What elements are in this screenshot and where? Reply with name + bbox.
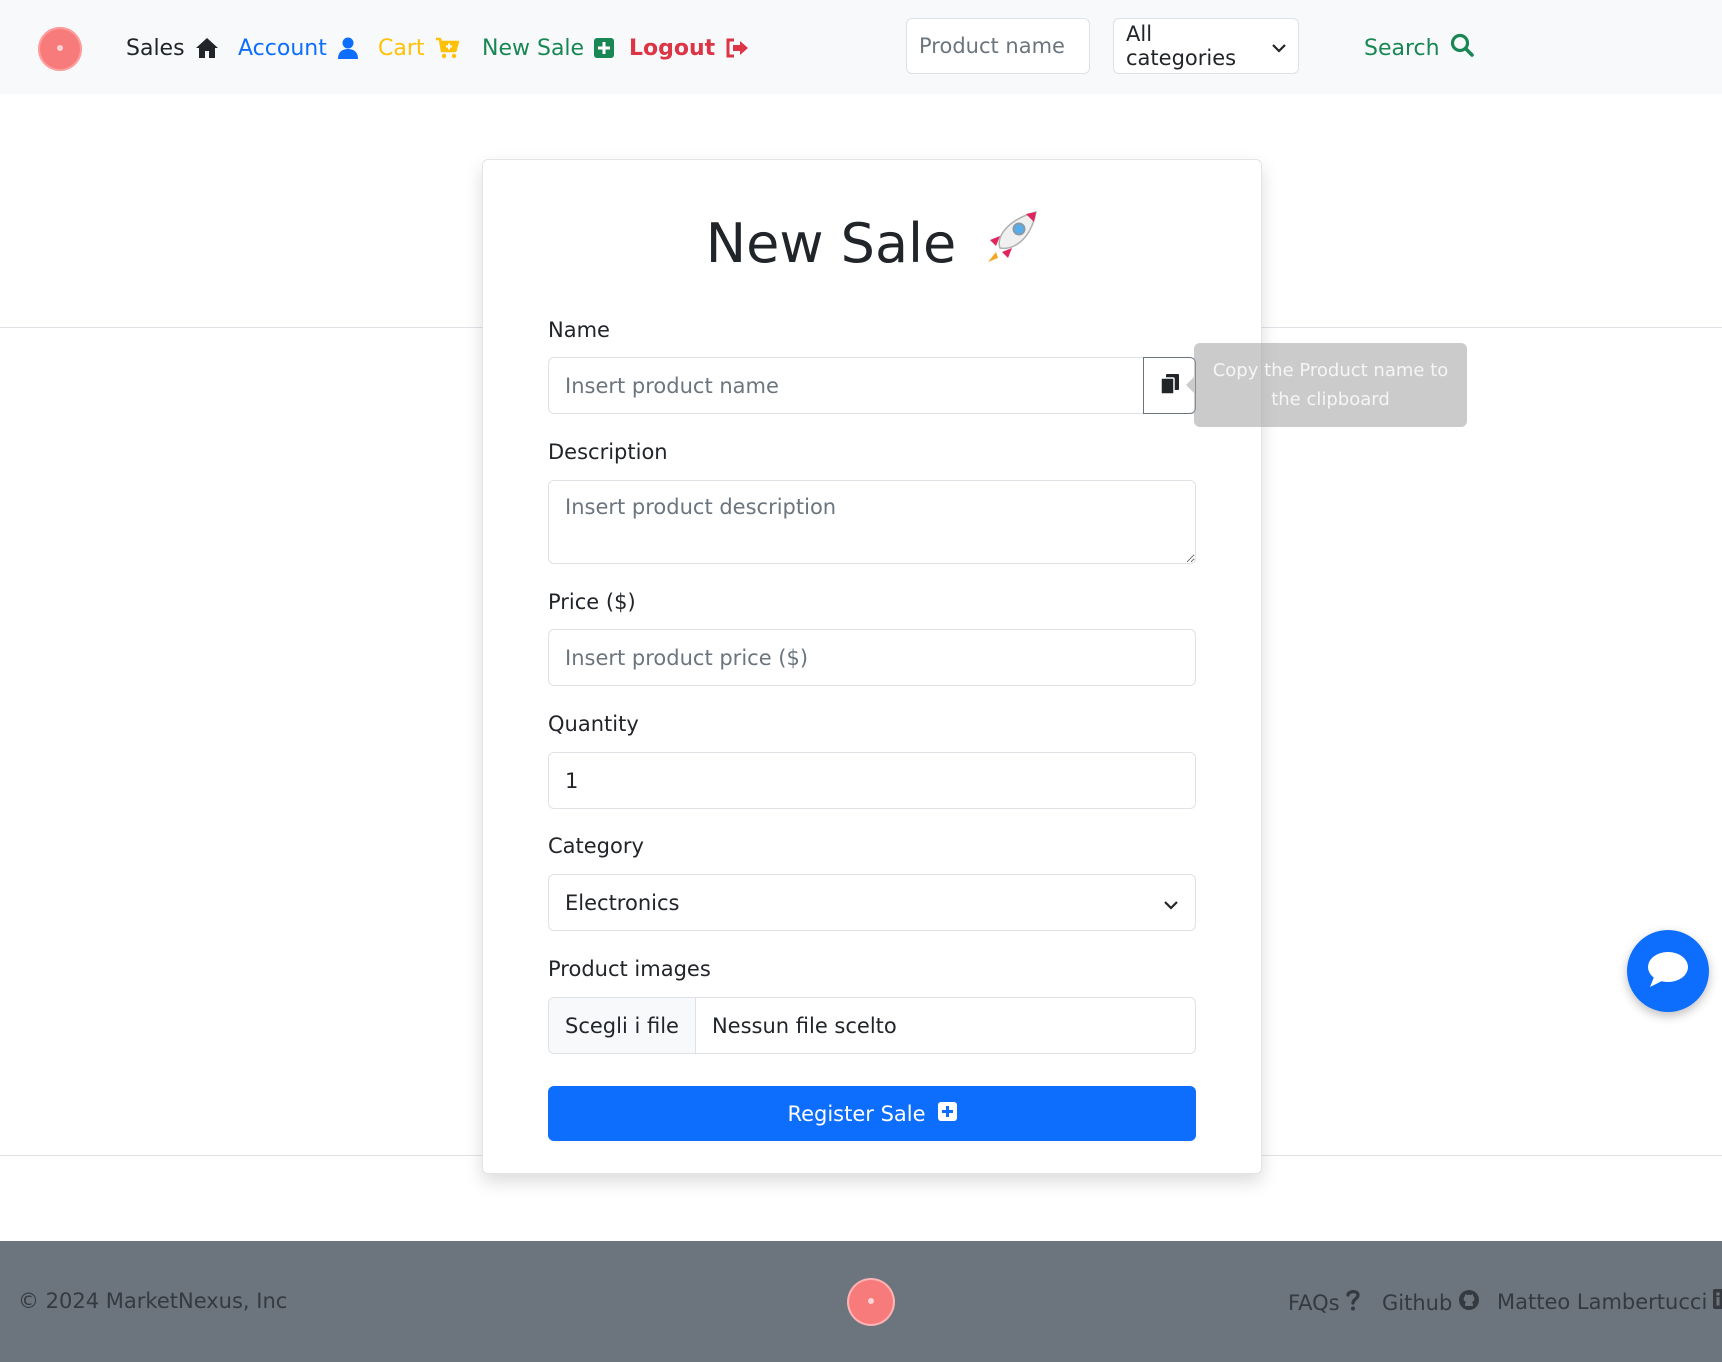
file-status-text: Nessun file scelto [711, 1013, 897, 1038]
nav-category-select[interactable]: All categories [1113, 18, 1299, 74]
nav-sales-label: Sales [126, 35, 185, 61]
category-label: Category [548, 834, 644, 858]
nav-category-value: All categories [1126, 22, 1237, 70]
description-textarea[interactable] [548, 480, 1196, 564]
github-icon [1458, 1289, 1480, 1316]
square-plus-icon [937, 1101, 957, 1126]
nav-logout-label: Logout [629, 35, 716, 61]
quantity-input[interactable] [548, 752, 1196, 809]
category-select[interactable]: Electronics [548, 874, 1196, 931]
price-input[interactable] [548, 629, 1196, 686]
nav-cart-label: Cart [378, 35, 425, 61]
name-input[interactable] [548, 357, 1144, 414]
rocket-icon [982, 208, 1040, 279]
copy-icon [1159, 373, 1180, 399]
copy-tooltip: Copy the Product name to the clipboard [1186, 343, 1467, 427]
footer-faq-label: FAQs [1288, 1290, 1340, 1315]
product-images-label: Product images [548, 957, 711, 981]
name-label: Name [548, 318, 610, 342]
footer-github-label: Github [1382, 1290, 1453, 1315]
new-sale-card: New Sale Name Description Price ($) Quan… [482, 159, 1262, 1174]
search-icon [1450, 33, 1474, 63]
choose-files-button[interactable]: Scegli i file [549, 998, 696, 1053]
page-title-text: New Sale [705, 212, 957, 275]
brand-logo[interactable] [38, 27, 82, 71]
footer-logo[interactable] [849, 1280, 893, 1324]
nav-logout-link[interactable]: Logout [629, 30, 749, 66]
comment-icon [1646, 949, 1690, 993]
chat-button[interactable] [1627, 930, 1709, 1012]
nav-sales-link[interactable]: Sales [126, 30, 219, 66]
linkedin-icon [1713, 1289, 1722, 1314]
description-label: Description [548, 440, 668, 464]
nav-account-label: Account [238, 35, 327, 61]
quantity-label: Quantity [548, 712, 639, 736]
register-sale-label: Register Sale [787, 1101, 926, 1126]
register-sale-button[interactable]: Register Sale [548, 1086, 1196, 1141]
nav-search-button[interactable]: Search [1364, 30, 1474, 66]
category-select-value: Electronics [565, 890, 680, 915]
chevron-down-icon [1272, 34, 1286, 58]
product-images-input[interactable]: Scegli i file Nessun file scelto [548, 997, 1196, 1054]
square-plus-icon [594, 38, 615, 58]
page-title: New Sale [483, 208, 1263, 279]
navbar: Sales Account Cart New Sale Logout All c… [0, 0, 1722, 94]
home-icon [195, 37, 219, 59]
footer-faq-link[interactable]: FAQs [1288, 1289, 1360, 1316]
nav-search-input[interactable] [906, 18, 1090, 74]
user-icon [337, 37, 359, 59]
nav-cart-link[interactable]: Cart [378, 30, 459, 66]
footer-author-label: Matteo Lambertucci [1497, 1289, 1708, 1314]
chevron-down-icon [1163, 891, 1179, 915]
question-icon [1346, 1289, 1360, 1316]
nav-new-sale-link[interactable]: New Sale [482, 30, 615, 66]
sign-out-icon [725, 38, 749, 58]
footer-linkedin-link[interactable]: Matteo Lambertucci [1497, 1289, 1722, 1314]
price-label: Price ($) [548, 590, 636, 614]
nav-search-label: Search [1364, 35, 1440, 61]
nav-account-link[interactable]: Account [238, 30, 359, 66]
footer-github-link[interactable]: Github [1382, 1289, 1480, 1316]
footer-copyright: © 2024 MarketNexus, Inc [18, 1289, 288, 1313]
nav-new-sale-label: New Sale [482, 35, 585, 61]
cart-plus-icon [435, 37, 459, 59]
